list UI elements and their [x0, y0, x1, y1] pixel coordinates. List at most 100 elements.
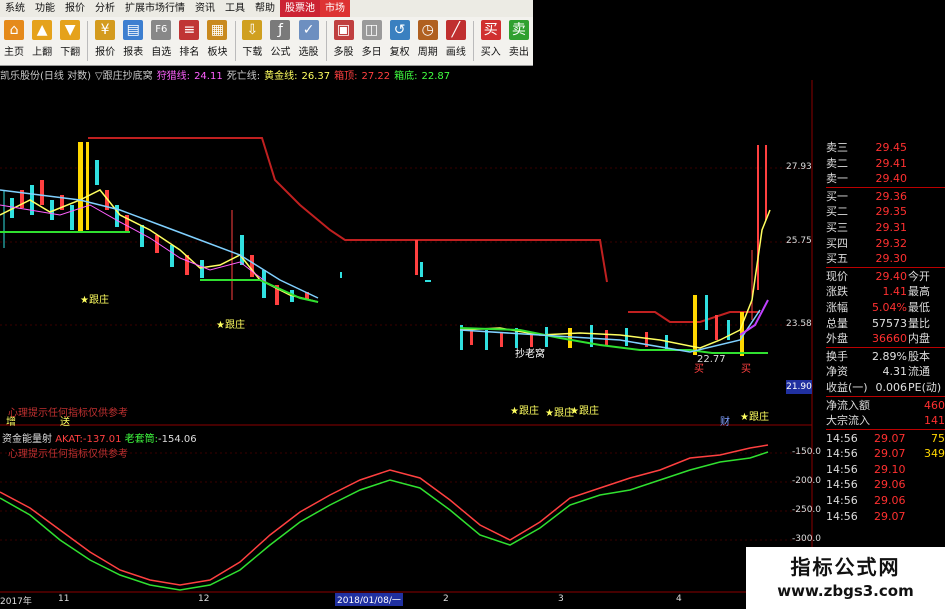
- tick-volume: 349: [924, 447, 945, 461]
- quote-panel: 卖三 29.45 卖二 29.41 卖一 29.40 买一 29.36 买二 29.35 买三 29.…: [812, 140, 945, 524]
- gen-zhuang-mark: ★跟庄: [740, 412, 769, 423]
- quote-value: 29.36: [875, 189, 908, 203]
- date-tick: 3: [558, 594, 564, 604]
- sub-indicator-name[interactable]: 资金能量射: [2, 434, 52, 445]
- ask-row: 卖三 29.45: [812, 140, 945, 156]
- quote-label: 买一: [826, 189, 848, 203]
- tick-price: 29.06: [874, 494, 906, 508]
- death-line-label: 死亡线:: [226, 71, 261, 82]
- quote-value: 29.31: [875, 220, 908, 234]
- bid-row: 买二 29.35: [812, 204, 945, 220]
- current-price-tag: 21.90: [786, 380, 812, 394]
- tick-row: 14:56 29.07 349: [812, 446, 945, 462]
- quote-value: 29.30: [875, 252, 908, 266]
- quote-label: 卖一: [826, 172, 848, 186]
- hunt-line-value: 24.11: [194, 71, 223, 82]
- stat-row: 收益(一) 0.006 PE(动): [812, 380, 945, 396]
- tick-row: 14:56 29.10: [812, 462, 945, 478]
- flow-row: 大宗流入 141: [812, 413, 945, 429]
- stat-row: 涨跌 1.41 最高: [812, 284, 945, 300]
- quote-label: 总量: [826, 316, 848, 330]
- gold-line-label: 黄金线:: [264, 71, 298, 82]
- akat-value: -137.01: [82, 434, 122, 445]
- box-bottom-label: 箱底:: [394, 71, 418, 82]
- tick-time: 14:56: [826, 478, 858, 492]
- sub-indicator-header: 资金能量射 AKAT:-137.01 老套筒:-154.06: [2, 430, 197, 445]
- quote-value: 29.40: [875, 269, 908, 283]
- cai-mark: 财: [720, 417, 730, 428]
- stat-row: 外盘 36660 内盘: [812, 331, 945, 347]
- sub-tick: -300.0: [792, 534, 822, 544]
- bid-row: 买一 29.36: [812, 189, 945, 205]
- flow-row: 净流入额 460: [812, 398, 945, 414]
- quote-label: 现价: [826, 269, 848, 283]
- quote-value: 29.32: [875, 236, 908, 250]
- quote-value: 29.45: [875, 141, 908, 154]
- quote-value: 4.31: [882, 365, 908, 379]
- quote-label: 涨幅: [826, 300, 848, 314]
- tick-time: 14:56: [826, 494, 858, 508]
- price-tick: 27.93: [786, 162, 812, 172]
- lzt-line: [0, 444, 769, 586]
- gen-zhuang-mark: ★跟庄: [510, 406, 539, 417]
- tick-row: 14:56 29.07 75: [812, 431, 945, 447]
- quote-label: 外盘: [826, 332, 848, 346]
- death-line: [88, 137, 608, 283]
- gold-line-value: 26.37: [301, 71, 331, 82]
- price-tick: 25.75: [786, 236, 812, 246]
- date-tick: 4: [676, 594, 682, 604]
- stat-row: 换手 2.89% 股本: [812, 349, 945, 365]
- tick-price: 29.07: [874, 431, 906, 445]
- tick-time: 14:56: [826, 431, 858, 445]
- quote-extra-label: 流通: [908, 365, 930, 379]
- kline-chart[interactable]: [0, 0, 945, 609]
- quote-extra-label: 今开: [908, 269, 930, 283]
- quote-extra-label: PE(动): [908, 380, 942, 394]
- quote-value: 29.41: [875, 156, 908, 170]
- tick-row: 14:56 29.06: [812, 477, 945, 493]
- formula-bar: 凯乐股份(日线 对数) ▽跟庄抄底窝 狩猎线: 24.11 死亡线: 黄金线: 26.37 箱…: [0, 67, 454, 82]
- quote-value: 2.89%: [872, 349, 907, 363]
- gen-zhuang-mark: ★跟庄: [80, 295, 109, 306]
- price-tick: 23.58: [786, 319, 812, 329]
- quote-label: 收益(一): [826, 380, 868, 394]
- ask-row: 卖一 29.40: [812, 171, 945, 187]
- chaodi-mark: 抄老窝: [515, 349, 545, 360]
- bid-row: 买五 29.30: [812, 251, 945, 267]
- watermark-title: 指标公式网: [790, 555, 901, 579]
- ask-row: 卖二 29.41: [812, 156, 945, 172]
- tick-row: 14:56 29.06: [812, 493, 945, 509]
- date-cursor[interactable]: 2018/01/08/一: [335, 593, 403, 606]
- tick-time: 14:56: [826, 462, 858, 476]
- tick-row: 14:56 29.07: [812, 509, 945, 525]
- quote-extra-label: 最低: [908, 300, 930, 314]
- quote-label: 净流入额: [826, 398, 870, 412]
- quote-extra-label: 股本: [908, 349, 930, 363]
- box-bottom-value: 22.87: [421, 71, 451, 82]
- candles-segment-3: [460, 145, 767, 356]
- hunt-line-label: 狩猎线:: [156, 71, 191, 82]
- buy-mark: 买: [741, 364, 751, 375]
- quote-label: 换手: [826, 349, 848, 363]
- box-top-value: 27.22: [361, 71, 391, 82]
- site-watermark: 指标公式网 www.zbgs3.com: [746, 547, 945, 609]
- lzt-label: 老套筒:: [124, 434, 159, 445]
- date-tick: 2: [443, 594, 449, 604]
- stat-row: 总量 57573 量比: [812, 316, 945, 332]
- gen-zhuang-mark: ★跟庄: [570, 406, 599, 417]
- tick-price: 29.07: [874, 509, 906, 523]
- stat-row: 涨幅 5.04% 最低: [812, 300, 945, 316]
- tick-volume: 75: [931, 431, 945, 445]
- quote-value: 36660: [872, 332, 907, 346]
- lzt-value: -154.06: [158, 434, 197, 445]
- quote-label: 买五: [826, 252, 848, 266]
- indicator-name[interactable]: ▽跟庄抄底窝: [95, 71, 153, 82]
- akat-label: AKAT:: [55, 434, 83, 445]
- stat-row: 现价 29.40 今开: [812, 269, 945, 285]
- bid-row: 买三 29.31: [812, 220, 945, 236]
- tick-price: 29.06: [874, 478, 906, 492]
- quote-label: 买三: [826, 220, 848, 234]
- stat-row: 净资 4.31 流通: [812, 364, 945, 380]
- quote-value: 460: [924, 398, 945, 412]
- disclaimer-text-2: 心理提示任何指标仅供参考: [8, 449, 128, 460]
